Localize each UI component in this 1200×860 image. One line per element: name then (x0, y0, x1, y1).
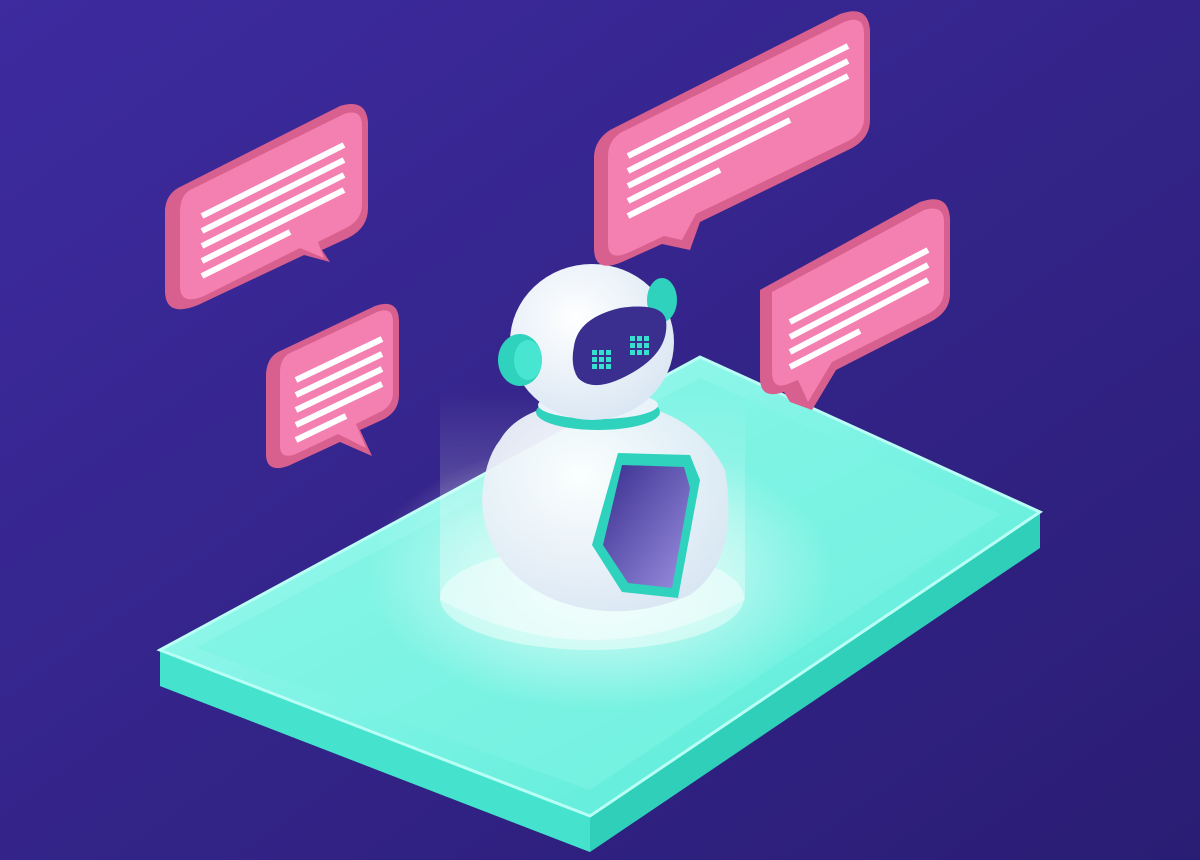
chatbot-illustration (0, 0, 1200, 860)
robot-eye-left-icon (592, 350, 611, 369)
robot-eye-right-icon (630, 336, 649, 355)
